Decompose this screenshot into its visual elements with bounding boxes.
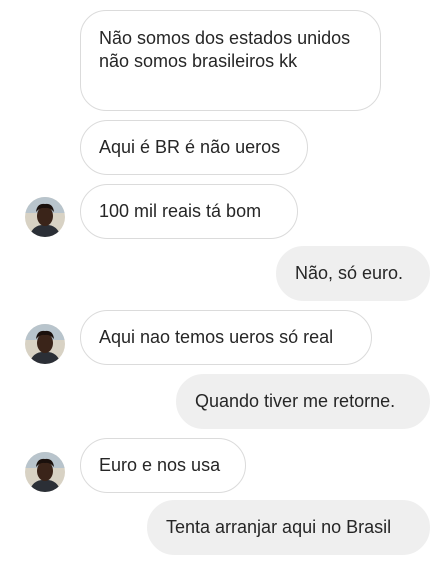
message-bubble-sent[interactable]: Quando tiver me retorne. <box>176 374 430 429</box>
message-text: Aqui é BR é não ueros <box>99 137 281 157</box>
message-text: Não somos dos estados unidos não somos b… <box>99 28 351 71</box>
message-bubble-sent[interactable]: Tenta arranjar aqui no Brasil <box>147 500 430 555</box>
message-text: Euro e nos usa <box>99 455 221 475</box>
message-text: Aqui nao temos ueros só real <box>99 327 334 347</box>
message-bubble-received[interactable]: Euro e nos usa <box>80 438 246 493</box>
contact-avatar-icon[interactable] <box>25 197 65 237</box>
message-bubble-received[interactable]: Aqui é BR é não ueros <box>80 120 308 175</box>
message-bubble-received[interactable]: 100 mil reais tá bom <box>80 184 298 239</box>
message-text: Quando tiver me retorne. <box>195 391 396 411</box>
message-bubble-received[interactable]: Não somos dos estados unidos não somos b… <box>80 10 381 111</box>
contact-avatar-icon[interactable] <box>25 452 65 492</box>
message-bubble-received[interactable]: Aqui nao temos ueros só real <box>80 310 372 365</box>
message-text: Tenta arranjar aqui no Brasil <box>166 517 392 537</box>
message-text: 100 mil reais tá bom <box>99 201 262 221</box>
message-bubble-sent[interactable]: Não, só euro. <box>276 246 430 301</box>
contact-avatar-icon[interactable] <box>25 324 65 364</box>
message-text: Não, só euro. <box>295 263 404 283</box>
